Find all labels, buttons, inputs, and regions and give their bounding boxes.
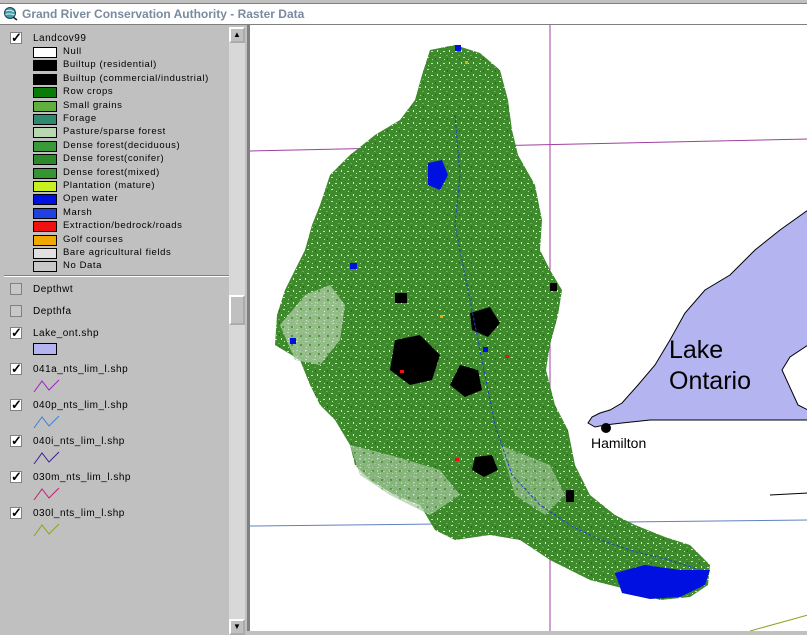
legend-swatch[interactable]: [33, 154, 57, 166]
legend-swatch[interactable]: [33, 221, 57, 233]
legend-swatch[interactable]: [33, 73, 57, 85]
legend-label: Builtup (commercial/industrial): [63, 72, 209, 84]
legend-label: Null: [63, 46, 82, 57]
menu-edge: [0, 0, 807, 4]
scroll-thumb[interactable]: [229, 295, 245, 325]
landcover-checkbox[interactable]: ✓: [10, 31, 22, 44]
layer-name[interactable]: 041a_nts_lim_l.shp: [33, 364, 128, 375]
title-bar: Grand River Conservation Authority - Ras…: [0, 0, 807, 25]
grid-line-green: [749, 614, 807, 631]
legend-swatch[interactable]: [33, 100, 57, 112]
scroll-up-button[interactable]: ▲: [229, 27, 245, 43]
toc-separator: [4, 275, 229, 277]
layer-name[interactable]: Lake_ont.shp: [33, 328, 99, 339]
line-symbol[interactable]: [33, 450, 61, 466]
legend-label: Dense forest(mixed): [63, 166, 160, 178]
layer-checkbox[interactable]: ✓: [10, 362, 22, 375]
line-symbol[interactable]: [33, 522, 61, 538]
legend-swatch[interactable]: [33, 140, 57, 152]
lake-label-line-1: Lake: [669, 336, 724, 364]
legend-label: Extraction/bedrock/roads: [63, 220, 183, 232]
open-water: [350, 263, 357, 269]
legend-label: Forage: [63, 113, 97, 124]
legend-label: Builtup (residential): [63, 59, 157, 71]
legend-label: Open water: [63, 193, 119, 205]
golf-course: [440, 315, 443, 318]
map-canvas: [250, 25, 807, 631]
legend-label: Pasture/sparse forest: [63, 126, 166, 138]
boundary-line: [769, 492, 807, 496]
layer-checkbox[interactable]: ✓: [10, 326, 22, 339]
layer-checkbox[interactable]: [10, 283, 22, 295]
hamilton-label: Hamilton: [591, 435, 647, 451]
grid-line-purple: [250, 138, 807, 152]
legend-label: No Data: [63, 260, 103, 272]
table-of-contents: ✓ Landcov99 Null Builtup (residential) Bui…: [0, 25, 249, 631]
extraction-site: [400, 370, 404, 373]
legend-label: Row crops: [63, 86, 114, 98]
legend-swatch[interactable]: [33, 114, 57, 125]
toc-scrollbar[interactable]: ▲ ▼: [229, 27, 245, 635]
legend-swatch[interactable]: [33, 248, 57, 259]
golf-course: [465, 61, 468, 64]
legend-swatch[interactable]: [33, 60, 57, 72]
legend-label: Plantation (mature): [63, 180, 156, 191]
legend-label: Golf courses: [63, 233, 124, 245]
line-symbol[interactable]: [33, 486, 61, 502]
scroll-down-button[interactable]: ▼: [229, 619, 245, 635]
layer-checkbox[interactable]: ✓: [10, 470, 22, 483]
layer-name[interactable]: 030m_nts_lim_l.shp: [33, 472, 131, 483]
legend-swatch[interactable]: [33, 194, 57, 206]
layer-name-landcov99[interactable]: Landcov99: [33, 33, 86, 44]
layer-checkbox[interactable]: ✓: [10, 434, 22, 447]
legend-swatch[interactable]: [33, 47, 57, 58]
layer-name[interactable]: Depthfa: [33, 306, 72, 317]
layer-name[interactable]: Depthwt: [33, 284, 73, 295]
legend-swatch[interactable]: [33, 127, 57, 139]
lake-label-line-2: Ontario: [669, 367, 751, 395]
layer-checkbox[interactable]: [10, 305, 22, 317]
legend-label: Small grains: [63, 99, 123, 111]
layer-checkbox[interactable]: ✓: [10, 398, 22, 411]
open-water: [483, 347, 488, 352]
layer-name[interactable]: 030l_nts_lim_l.shp: [33, 508, 125, 519]
open-water: [455, 45, 461, 51]
legend-swatch[interactable]: [33, 234, 57, 246]
legend-label: Bare agricultural fields: [63, 247, 172, 258]
globe-app-icon: [4, 7, 18, 21]
open-water: [615, 565, 710, 599]
window-title: Grand River Conservation Authority - Ras…: [22, 7, 305, 21]
layer-checkbox[interactable]: ✓: [10, 506, 22, 519]
legend-swatch[interactable]: [33, 87, 57, 99]
map-view[interactable]: Lake Ontario Hamilton: [249, 25, 807, 631]
extraction-site: [505, 355, 509, 358]
legend-label: Dense forest(conifer): [63, 153, 165, 165]
legend-label: Marsh: [63, 206, 93, 218]
legend-swatch[interactable]: [33, 167, 57, 179]
extraction-site: [455, 458, 459, 461]
legend-swatch[interactable]: [33, 261, 57, 273]
builtup-area: [566, 490, 574, 502]
builtup-area: [550, 283, 557, 291]
hamilton-point: [601, 423, 611, 433]
layer-name[interactable]: 040i_nts_lim_l.shp: [33, 436, 125, 447]
lake-fill-symbol[interactable]: [33, 343, 57, 355]
open-water: [290, 338, 296, 344]
layer-name[interactable]: 040p_nts_lim_l.shp: [33, 400, 128, 411]
legend-swatch[interactable]: [33, 181, 57, 192]
line-symbol[interactable]: [33, 378, 61, 394]
builtup-area: [395, 293, 407, 303]
legend-swatch[interactable]: [33, 207, 57, 219]
legend-label: Dense forest(deciduous): [63, 139, 181, 151]
line-symbol[interactable]: [33, 414, 61, 430]
